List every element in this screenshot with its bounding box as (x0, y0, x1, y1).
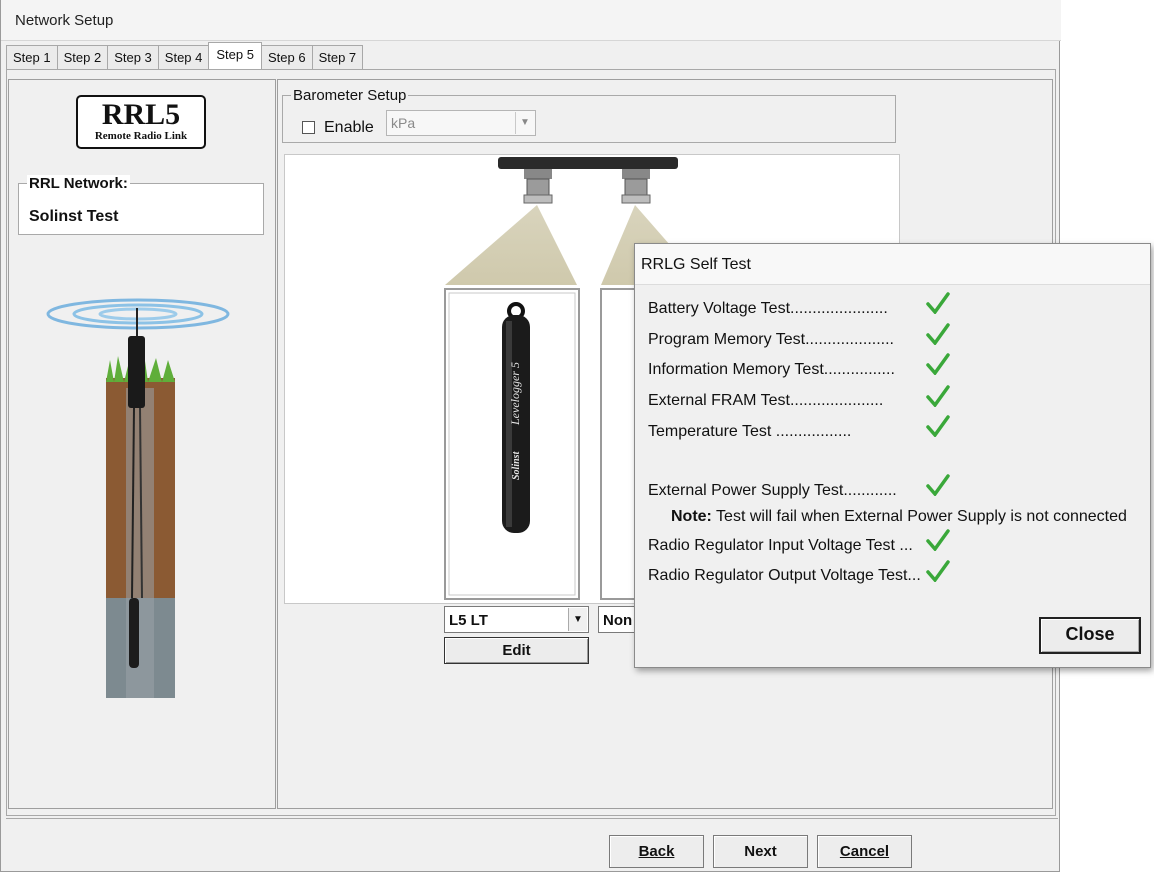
slot-1-value: L5 LT (449, 612, 488, 629)
check-icon (926, 474, 950, 496)
tab-step-4[interactable]: Step 4 (157, 45, 210, 69)
note-text: Test will fail when External Power Suppl… (711, 508, 1127, 525)
next-button[interactable]: Next (713, 835, 808, 868)
tab-step-5[interactable]: Step 5 (208, 42, 262, 69)
dialog-title-bar: RRLG Self Test (635, 244, 1150, 285)
well-illustration (46, 298, 230, 698)
barometer-unit-select[interactable]: kPa ▼ (386, 110, 536, 136)
rrl5-logo: RRL5 Remote Radio Link (76, 95, 206, 149)
window-title: Network Setup (15, 12, 114, 29)
check-icon (926, 353, 950, 375)
check-icon (926, 292, 950, 314)
test-program-memory: Program Memory Test.................... (648, 331, 894, 348)
connector-1 (523, 169, 553, 204)
tab-step-3[interactable]: Step 3 (107, 45, 159, 69)
barometer-title: Barometer Setup (291, 87, 409, 104)
cancel-button[interactable]: Cancel (817, 835, 912, 868)
edit-button[interactable]: Edit (444, 637, 589, 664)
test-information-memory: Information Memory Test................ (648, 361, 895, 378)
dialog-title: RRLG Self Test (641, 256, 751, 273)
cancel-label: Cancel (839, 843, 890, 860)
test-external-power-supply: External Power Supply Test............ (648, 482, 897, 499)
logger-brand-text: Solinst (511, 450, 522, 480)
slot-2-value: Non (603, 612, 633, 629)
step-tabs: Step 1 Step 2 Step 3 Step 4 Step 5 Step … (6, 42, 364, 69)
test-battery-voltage: Battery Voltage Test....................… (648, 300, 888, 317)
barometer-setup-group: Barometer Setup (282, 87, 896, 143)
back-label: Back (638, 843, 675, 860)
note-prefix: Note: (671, 508, 712, 525)
test-temperature: Temperature Test ................. (648, 423, 852, 440)
logo-sub-text: Remote Radio Link (94, 130, 188, 142)
chevron-down-icon: ▼ (515, 112, 534, 134)
test-radio-regulator-output: Radio Regulator Output Voltage Test... (648, 567, 921, 584)
levelogger-device: Levelogger 5 Solinst (502, 302, 530, 533)
network-label: RRL Network: (27, 175, 130, 192)
enable-label: Enable (324, 119, 374, 136)
check-icon (926, 323, 950, 345)
check-icon (926, 415, 950, 437)
slot-1-logger-select[interactable]: L5 LT ▼ (444, 606, 589, 633)
test-radio-regulator-input: Radio Regulator Input Voltage Test ... (648, 537, 913, 554)
test-external-fram: External FRAM Test..................... (648, 392, 884, 409)
tab-step-1[interactable]: Step 1 (6, 45, 58, 69)
network-group: RRL Network: Solinst Test (18, 175, 264, 235)
next-label: Next (744, 843, 777, 860)
tab-step-7[interactable]: Step 7 (311, 45, 364, 69)
check-icon (926, 529, 950, 551)
close-button[interactable]: Close (1039, 617, 1141, 654)
check-icon (926, 560, 950, 582)
unit-value: kPa (391, 115, 416, 131)
tab-step-6[interactable]: Step 6 (260, 45, 313, 69)
barometer-enable-checkbox[interactable] (302, 121, 315, 134)
back-button[interactable]: Back (609, 835, 704, 868)
check-icon (926, 385, 950, 407)
logo-main-text: RRL5 (101, 98, 181, 131)
title-bar: Network Setup (1, 0, 1061, 41)
self-test-dialog: RRLG Self Test Battery Voltage Test.....… (634, 243, 1151, 668)
network-name: Solinst Test (29, 208, 119, 225)
connector-2 (621, 169, 651, 204)
logger-model-text: Levelogger 5 (508, 362, 522, 426)
tab-step-2[interactable]: Step 2 (56, 45, 109, 69)
chevron-down-icon: ▼ (568, 608, 587, 631)
power-supply-note: Note: Test will fail when External Power… (671, 508, 1127, 526)
